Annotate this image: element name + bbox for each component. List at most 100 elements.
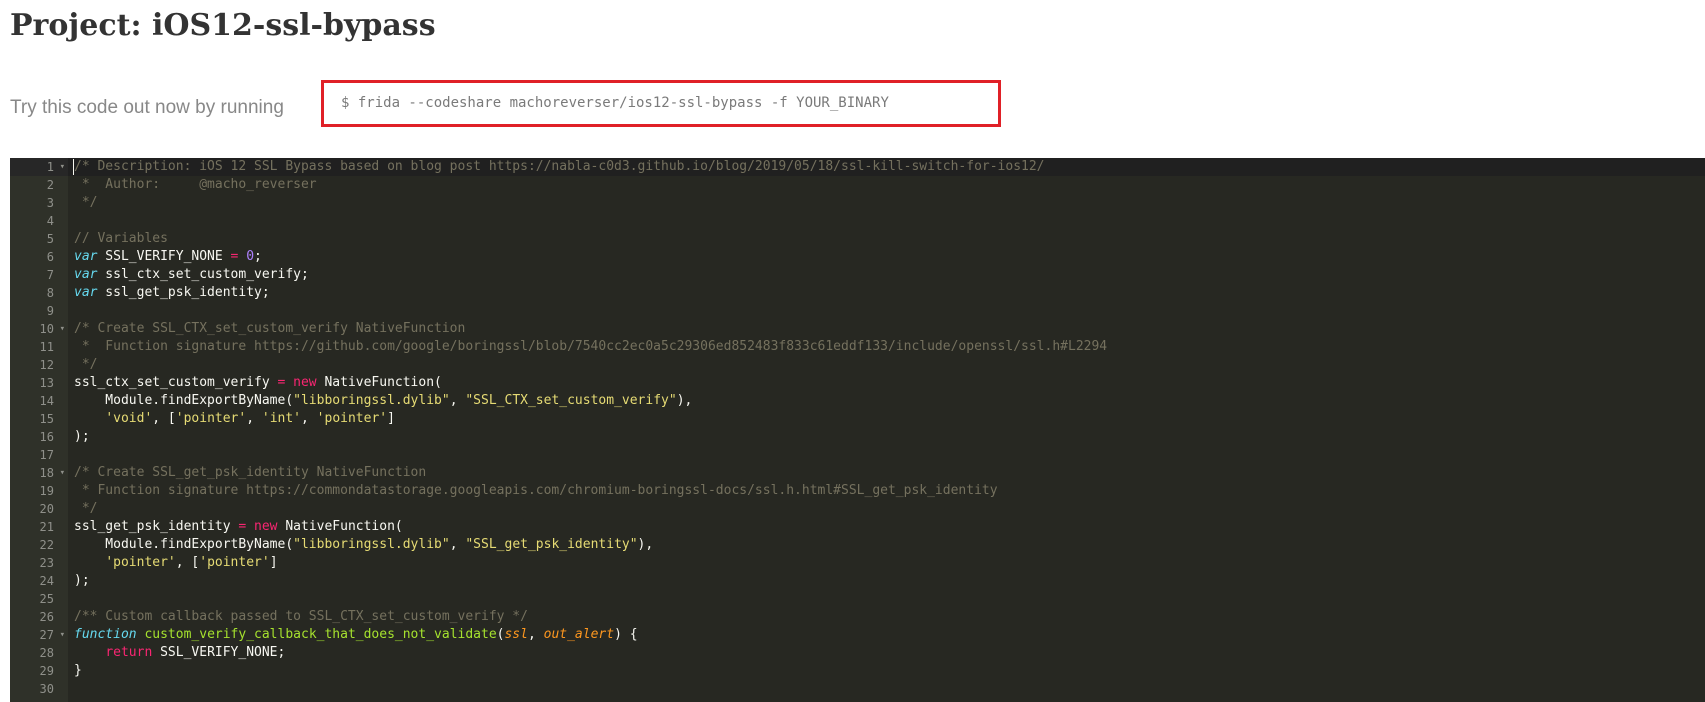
code-token: ), <box>676 393 693 408</box>
code-line[interactable]: 20 */ <box>10 500 1705 518</box>
gutter-cell: 25 <box>10 590 68 608</box>
code-token: 'pointer' <box>175 411 247 426</box>
code-token: ) { <box>614 627 638 642</box>
codeshare-project-page: Project: iOS12-ssl-bypass Try this code … <box>0 0 1705 702</box>
code-token: */ <box>74 195 98 210</box>
code-line[interactable]: 1 ▾/* Description: iOS 12 SSL Bypass base… <box>10 158 1705 176</box>
code-line[interactable]: 9 <box>10 302 1705 320</box>
gutter-cell: 15 <box>10 410 68 428</box>
code-line[interactable]: 12 */ <box>10 356 1705 374</box>
code-lines: 1 ▾/* Description: iOS 12 SSL Bypass base… <box>10 158 1705 698</box>
gutter-cell: 17 <box>10 446 68 464</box>
code-token: new <box>254 519 278 534</box>
line-number: 4 <box>46 214 54 228</box>
fold-toggle-icon[interactable]: ▾ <box>60 158 65 176</box>
code-token: var <box>74 285 98 300</box>
code-line[interactable]: 15 'void', ['pointer', 'int', 'pointer'] <box>10 410 1705 428</box>
gutter-cell: 30 <box>10 680 68 698</box>
code-text: var ssl_get_psk_identity; <box>74 284 270 302</box>
code-line[interactable]: 11 * Function signature https://github.c… <box>10 338 1705 356</box>
code-line[interactable]: 14 Module.findExportByName("libboringssl… <box>10 392 1705 410</box>
code-token: ] <box>387 411 395 426</box>
line-number: 10 <box>39 322 54 336</box>
gutter-cell: 13 <box>10 374 68 392</box>
code-line[interactable]: 27 ▾ function custom_verify_callback_that_… <box>10 626 1705 644</box>
code-token: } <box>74 663 82 678</box>
command-box[interactable]: $ frida --codeshare machoreverser/ios12-… <box>321 80 1001 127</box>
gutter-cell: 20 <box>10 500 68 518</box>
code-line[interactable]: 17 <box>10 446 1705 464</box>
code-token: var <box>74 267 98 282</box>
code-token: 'pointer' <box>316 411 388 426</box>
code-line[interactable]: 18 ▾ /* Create SSL_get_psk_identity Native… <box>10 464 1705 482</box>
code-token: ssl_ctx_set_custom_verify; <box>97 267 309 282</box>
line-number: 16 <box>39 430 54 444</box>
code-line[interactable]: 30 <box>10 680 1705 698</box>
code-token: ; <box>254 249 262 264</box>
code-token: * Author: @macho_reverser <box>74 177 317 192</box>
code-line[interactable]: 25 <box>10 590 1705 608</box>
line-number: 1 <box>46 160 54 174</box>
line-number: 7 <box>46 268 54 282</box>
line-number: 17 <box>39 448 54 462</box>
code-line[interactable]: 4 <box>10 212 1705 230</box>
line-number: 13 <box>39 376 54 390</box>
code-token: SSL_VERIFY_NONE <box>97 249 231 264</box>
code-text: 'pointer', ['pointer'] <box>74 554 277 572</box>
line-number: 19 <box>39 484 54 498</box>
line-number: 27 <box>39 628 54 642</box>
gutter-cell: 3 <box>10 194 68 212</box>
code-line[interactable]: 22 Module.findExportByName("libboringssl… <box>10 536 1705 554</box>
gutter-cell: 11 <box>10 338 68 356</box>
code-token: ); <box>74 429 90 444</box>
code-line[interactable]: 5 // Variables <box>10 230 1705 248</box>
code-line[interactable]: 28 return SSL_VERIFY_NONE; <box>10 644 1705 662</box>
line-number: 25 <box>39 592 54 606</box>
code-token: , [ <box>152 411 176 426</box>
code-text: var ssl_ctx_set_custom_verify; <box>74 266 309 284</box>
code-line[interactable]: 29} <box>10 662 1705 680</box>
code-text: } <box>74 662 82 680</box>
code-text: */ <box>74 194 98 212</box>
line-number: 24 <box>39 574 54 588</box>
code-line[interactable]: 13 ssl_ctx_set_custom_verify = new Native… <box>10 374 1705 392</box>
code-line[interactable]: 7 var ssl_ctx_set_custom_verify; <box>10 266 1705 284</box>
code-line[interactable]: 19 * Function signature https://commonda… <box>10 482 1705 500</box>
code-token: /* Create SSL_CTX_set_custom_verify Nati… <box>74 321 466 336</box>
code-text: /* Create SSL_get_psk_identity NativeFun… <box>74 464 426 482</box>
code-line[interactable]: 23 'pointer', ['pointer'] <box>10 554 1705 572</box>
gutter-cell: 19 <box>10 482 68 500</box>
code-line[interactable]: 8 var ssl_get_psk_identity; <box>10 284 1705 302</box>
code-token: , <box>449 393 466 408</box>
code-text: ); <box>74 572 90 590</box>
gutter-cell: 16 <box>10 428 68 446</box>
frida-command-text[interactable]: $ frida --codeshare machoreverser/ios12-… <box>341 95 889 111</box>
line-number: 23 <box>39 556 54 570</box>
fold-toggle-icon[interactable]: ▾ <box>60 320 65 338</box>
code-line[interactable]: 6 var SSL_VERIFY_NONE = 0; <box>10 248 1705 266</box>
line-number: 2 <box>46 178 54 192</box>
code-text: * Function signature https://commondatas… <box>74 482 998 500</box>
gutter-cell: 7 <box>10 266 68 284</box>
gutter-cell: 2 <box>10 176 68 194</box>
fold-toggle-icon[interactable]: ▾ <box>60 464 65 482</box>
code-line[interactable]: 16); <box>10 428 1705 446</box>
code-editor[interactable]: 1 ▾/* Description: iOS 12 SSL Bypass base… <box>10 158 1705 702</box>
gutter-cell: 5 <box>10 230 68 248</box>
gutter-cell: 4 <box>10 212 68 230</box>
gutter-cell: 29 <box>10 662 68 680</box>
code-line[interactable]: 26 /** Custom callback passed to SSL_CTX_… <box>10 608 1705 626</box>
code-token: SSL_VERIFY_NONE; <box>152 645 286 660</box>
fold-toggle-icon[interactable]: ▾ <box>60 626 65 644</box>
code-line[interactable]: 3 */ <box>10 194 1705 212</box>
gutter-cell: 10 ▾ <box>10 320 68 338</box>
code-text: ssl_get_psk_identity = new NativeFunctio… <box>74 518 403 536</box>
code-line[interactable]: 10 ▾ /* Create SSL_CTX_set_custom_verify N… <box>10 320 1705 338</box>
code-token: ssl_get_psk_identity <box>74 519 239 534</box>
code-line[interactable]: 21 ssl_get_psk_identity = new NativeFunct… <box>10 518 1705 536</box>
code-line[interactable]: 24); <box>10 572 1705 590</box>
try-it-label: Try this code out now by running <box>10 97 284 118</box>
code-line[interactable]: 2 * Author: @macho_reverser <box>10 176 1705 194</box>
line-number: 3 <box>46 196 54 210</box>
